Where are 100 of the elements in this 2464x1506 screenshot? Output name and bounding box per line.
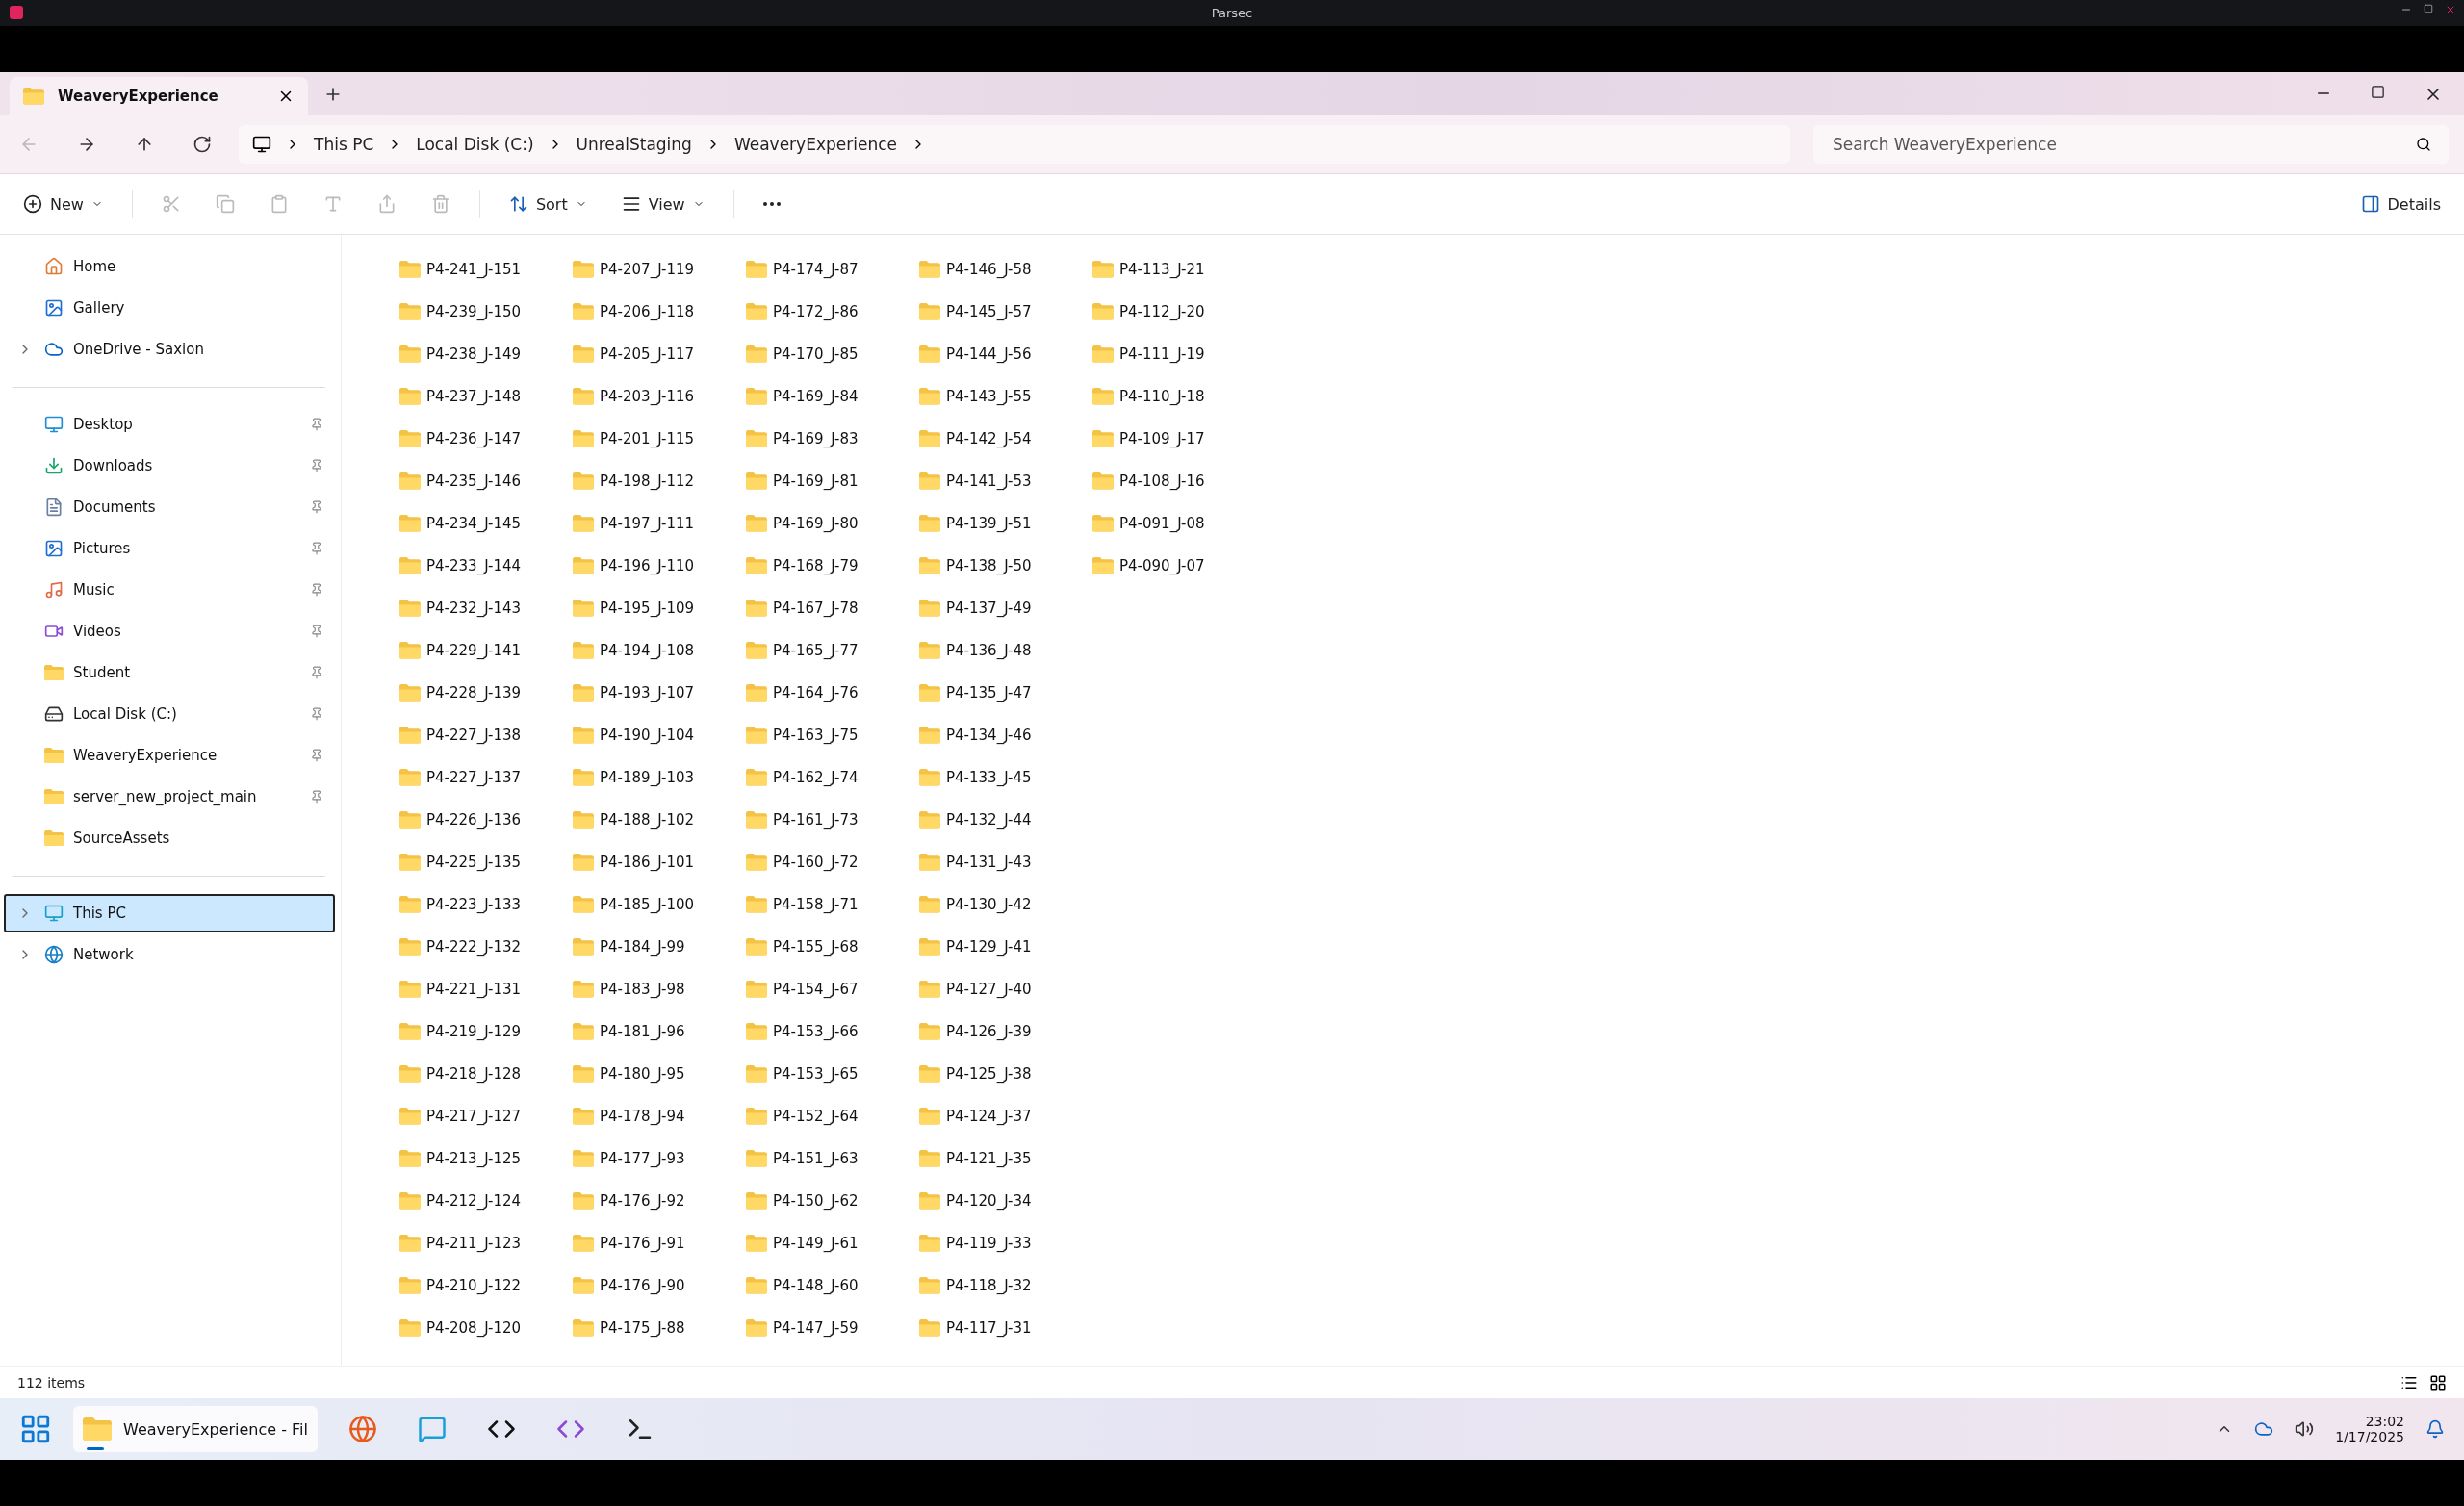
folder-item[interactable]: P4-148_J-60 bbox=[746, 1264, 890, 1307]
folder-item[interactable]: P4-164_J-76 bbox=[746, 672, 890, 714]
folder-item[interactable]: P4-168_J-79 bbox=[746, 545, 890, 587]
sidebar-item[interactable]: Home bbox=[4, 247, 335, 286]
sidebar-item[interactable]: OneDrive - Saxion bbox=[4, 330, 335, 369]
folder-item[interactable]: P4-183_J-98 bbox=[573, 968, 717, 1010]
folder-item[interactable]: P4-217_J-127 bbox=[399, 1095, 544, 1137]
folder-item[interactable]: P4-181_J-96 bbox=[573, 1010, 717, 1053]
folder-item[interactable]: P4-153_J-66 bbox=[746, 1010, 890, 1053]
breadcrumb-item[interactable]: UnrealStaging bbox=[576, 135, 692, 154]
folder-item[interactable]: P4-138_J-50 bbox=[919, 545, 1064, 587]
folder-item[interactable]: P4-175_J-88 bbox=[573, 1307, 717, 1349]
folder-item[interactable]: P4-177_J-93 bbox=[573, 1137, 717, 1180]
sidebar-item[interactable]: Desktop bbox=[4, 405, 335, 444]
sidebar-item[interactable]: Local Disk (C:) bbox=[4, 695, 335, 733]
pin-icon[interactable] bbox=[310, 749, 323, 762]
start-icon[interactable] bbox=[19, 1413, 52, 1445]
sidebar-item[interactable]: SourceAssets bbox=[4, 819, 335, 857]
sidebar-item[interactable]: This PC bbox=[4, 894, 335, 932]
folder-item[interactable]: P4-208_J-120 bbox=[399, 1307, 544, 1349]
folder-item[interactable]: P4-236_J-147 bbox=[399, 418, 544, 460]
folder-item[interactable]: P4-110_J-18 bbox=[1092, 375, 1237, 418]
folder-item[interactable]: P4-178_J-94 bbox=[573, 1095, 717, 1137]
cloud-icon[interactable] bbox=[2254, 1419, 2274, 1439]
folder-item[interactable]: P4-091_J-08 bbox=[1092, 502, 1237, 545]
folder-item[interactable]: P4-198_J-112 bbox=[573, 460, 717, 502]
sidebar-item[interactable]: Student bbox=[4, 653, 335, 692]
sidebar-item[interactable]: WeaveryExperience bbox=[4, 736, 335, 775]
folder-item[interactable]: P4-160_J-72 bbox=[746, 841, 890, 883]
folder-item[interactable]: P4-203_J-116 bbox=[573, 375, 717, 418]
folder-item[interactable]: P4-218_J-128 bbox=[399, 1053, 544, 1095]
folder-item[interactable]: P4-176_J-90 bbox=[573, 1264, 717, 1307]
folder-item[interactable]: P4-109_J-17 bbox=[1092, 418, 1237, 460]
pin-icon[interactable] bbox=[310, 666, 323, 679]
folder-item[interactable]: P4-152_J-64 bbox=[746, 1095, 890, 1137]
breadcrumb-item[interactable]: This PC bbox=[314, 135, 374, 154]
sidebar-item[interactable]: Gallery bbox=[4, 289, 335, 327]
folder-item[interactable]: P4-223_J-133 bbox=[399, 883, 544, 926]
folder-item[interactable]: P4-137_J-49 bbox=[919, 587, 1064, 629]
sidebar-item[interactable]: Videos bbox=[4, 612, 335, 651]
folder-item[interactable]: P4-213_J-125 bbox=[399, 1137, 544, 1180]
folder-item[interactable]: P4-111_J-19 bbox=[1092, 333, 1237, 375]
folder-item[interactable]: P4-241_J-151 bbox=[399, 248, 544, 291]
folder-item[interactable]: P4-185_J-100 bbox=[573, 883, 717, 926]
pin-icon[interactable] bbox=[310, 583, 323, 597]
new-button[interactable]: New bbox=[17, 191, 109, 217]
folder-item[interactable]: P4-193_J-107 bbox=[573, 672, 717, 714]
folder-item[interactable]: P4-155_J-68 bbox=[746, 926, 890, 968]
view-button[interactable]: View bbox=[615, 191, 710, 217]
folder-item[interactable]: P4-225_J-135 bbox=[399, 841, 544, 883]
folder-item[interactable]: P4-207_J-119 bbox=[573, 248, 717, 291]
folder-item[interactable]: P4-174_J-87 bbox=[746, 248, 890, 291]
folder-item[interactable]: P4-176_J-91 bbox=[573, 1222, 717, 1264]
folder-item[interactable]: P4-234_J-145 bbox=[399, 502, 544, 545]
folder-item[interactable]: P4-184_J-99 bbox=[573, 926, 717, 968]
folder-item[interactable]: P4-172_J-86 bbox=[746, 291, 890, 333]
sidebar-item[interactable]: Network bbox=[4, 935, 335, 974]
breadcrumb-item[interactable]: WeaveryExperience bbox=[733, 135, 897, 154]
folder-item[interactable]: P4-186_J-101 bbox=[573, 841, 717, 883]
folder-item[interactable]: P4-205_J-117 bbox=[573, 333, 717, 375]
folder-item[interactable]: P4-226_J-136 bbox=[399, 799, 544, 841]
folder-item[interactable]: P4-169_J-83 bbox=[746, 418, 890, 460]
folder-item[interactable]: P4-113_J-21 bbox=[1092, 248, 1237, 291]
folder-item[interactable]: P4-112_J-20 bbox=[1092, 291, 1237, 333]
folder-item[interactable]: P4-194_J-108 bbox=[573, 629, 717, 672]
folder-item[interactable]: P4-163_J-75 bbox=[746, 714, 890, 756]
folder-item[interactable]: P4-222_J-132 bbox=[399, 926, 544, 968]
folder-item[interactable]: P4-180_J-95 bbox=[573, 1053, 717, 1095]
folder-item[interactable]: P4-169_J-81 bbox=[746, 460, 890, 502]
taskbar-app[interactable]: WeaveryExperience - Fil bbox=[73, 1406, 318, 1452]
folder-item[interactable]: P4-143_J-55 bbox=[919, 375, 1064, 418]
folder-item[interactable]: P4-219_J-129 bbox=[399, 1010, 544, 1053]
folder-item[interactable]: P4-212_J-124 bbox=[399, 1180, 544, 1222]
folder-item[interactable]: P4-154_J-67 bbox=[746, 968, 890, 1010]
folder-item[interactable]: P4-136_J-48 bbox=[919, 629, 1064, 672]
folder-item[interactable]: P4-131_J-43 bbox=[919, 841, 1064, 883]
maximize-icon[interactable] bbox=[2424, 4, 2433, 13]
folder-item[interactable]: P4-151_J-63 bbox=[746, 1137, 890, 1180]
folder-item[interactable]: P4-158_J-71 bbox=[746, 883, 890, 926]
folder-item[interactable]: P4-196_J-110 bbox=[573, 545, 717, 587]
address-bar[interactable]: This PC Local Disk (C:) UnrealStaging WeaveryExperience bbox=[239, 125, 1790, 164]
folder-item[interactable]: P4-167_J-78 bbox=[746, 587, 890, 629]
folder-item[interactable]: P4-239_J-150 bbox=[399, 291, 544, 333]
folder-item[interactable]: P4-210_J-122 bbox=[399, 1264, 544, 1307]
pin-icon[interactable] bbox=[310, 790, 323, 804]
sidebar-item[interactable]: server_new_project_main bbox=[4, 778, 335, 816]
folder-item[interactable]: P4-127_J-40 bbox=[919, 968, 1064, 1010]
folder-item[interactable]: P4-144_J-56 bbox=[919, 333, 1064, 375]
folder-item[interactable]: P4-227_J-138 bbox=[399, 714, 544, 756]
folder-item[interactable]: P4-124_J-37 bbox=[919, 1095, 1064, 1137]
folder-item[interactable]: P4-121_J-35 bbox=[919, 1137, 1064, 1180]
folder-item[interactable]: P4-165_J-77 bbox=[746, 629, 890, 672]
folder-item[interactable]: P4-169_J-84 bbox=[746, 375, 890, 418]
folder-item[interactable]: P4-237_J-148 bbox=[399, 375, 544, 418]
folder-item[interactable]: P4-161_J-73 bbox=[746, 799, 890, 841]
folder-item[interactable]: P4-227_J-137 bbox=[399, 756, 544, 799]
sidebar-item[interactable]: Downloads bbox=[4, 447, 335, 485]
tiles-view-icon[interactable] bbox=[2429, 1374, 2447, 1391]
folder-item[interactable]: P4-119_J-33 bbox=[919, 1222, 1064, 1264]
folder-item[interactable]: P4-169_J-80 bbox=[746, 502, 890, 545]
